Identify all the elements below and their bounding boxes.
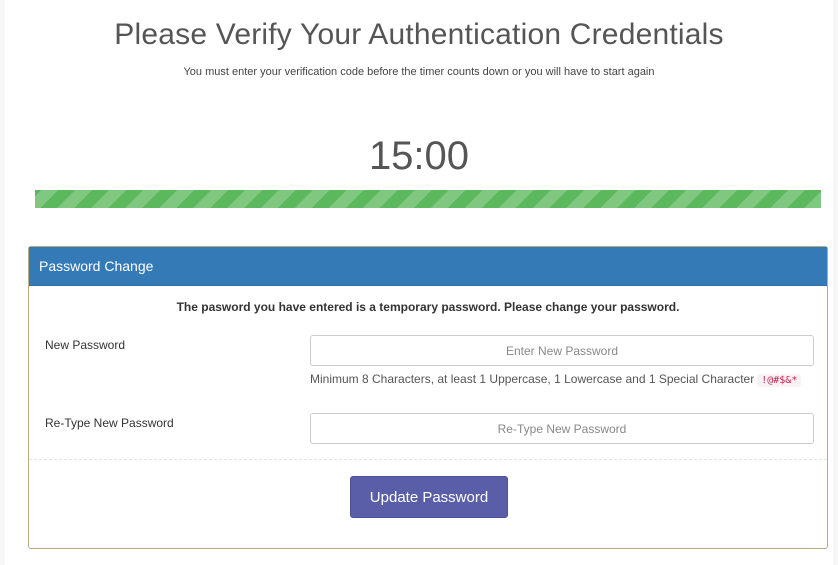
- retype-password-label: Re-Type New Password: [45, 416, 174, 430]
- form-divider: [29, 459, 827, 460]
- page-subtitle: You must enter your verification code be…: [183, 66, 655, 78]
- temporary-password-notice: The pasword you have entered is a tempor…: [176, 300, 680, 314]
- password-requirements-text: Minimum 8 Characters, at least 1 Upperca…: [310, 372, 755, 386]
- countdown-timer: 15:00: [368, 134, 470, 178]
- page-title: Please Verify Your Authentication Creden…: [114, 18, 724, 51]
- special-characters-code: !@#$&*: [757, 374, 802, 387]
- timer-progress-bar: [35, 190, 821, 208]
- password-requirements-hint: Minimum 8 Characters, at least 1 Upperca…: [310, 372, 802, 387]
- update-password-button[interactable]: Update Password: [350, 476, 508, 518]
- panel-heading: Password Change: [29, 247, 827, 286]
- new-password-input[interactable]: [310, 335, 814, 366]
- retype-password-input[interactable]: [310, 413, 814, 444]
- new-password-label: New Password: [45, 338, 126, 352]
- page-content: Please Verify Your Authentication Creden…: [5, 0, 833, 565]
- page-background: Please Verify Your Authentication Creden…: [0, 0, 838, 565]
- password-change-panel: Password Change The pasword you have ent…: [28, 246, 828, 549]
- timer-progress-fill: [35, 190, 821, 208]
